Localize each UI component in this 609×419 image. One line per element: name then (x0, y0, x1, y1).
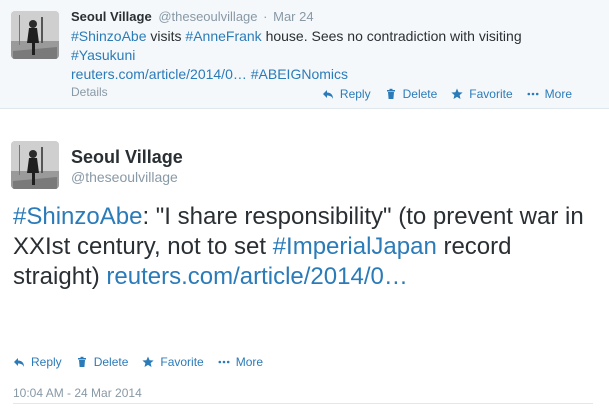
hashtag-link[interactable]: #ABEIGNomics (251, 66, 348, 82)
ellipsis-icon (527, 88, 539, 100)
favorite-label: Favorite (160, 355, 204, 369)
hashtag-link[interactable]: #Yasukuni (71, 47, 135, 63)
more-label: More (544, 87, 572, 101)
tweet-text-segment: visits (146, 28, 186, 44)
reply-button[interactable]: Reply (322, 87, 371, 101)
reply-label: Reply (31, 355, 62, 369)
tweet-header: Seoul Village @theseoulvillage · Mar 24 (71, 9, 314, 24)
author-handle[interactable]: @theseoulvillage (71, 168, 183, 186)
tweet-actions: Reply Delete Favorite More (322, 87, 572, 101)
more-button[interactable]: More (527, 87, 572, 101)
tweet-text: #ShinzoAbe: "I share responsibility" (to… (13, 202, 603, 292)
separator: · (263, 9, 268, 24)
hashtag-link[interactable]: #ShinzoAbe (71, 28, 147, 44)
author-name[interactable]: Seoul Village (71, 146, 183, 168)
url-link[interactable]: reuters.com/article/2014/0… (106, 263, 407, 290)
reply-button[interactable]: Reply (13, 355, 62, 369)
avatar[interactable] (11, 141, 59, 189)
avatar[interactable] (11, 11, 59, 59)
tweet-text-segment: house. Sees no contradiction with visiti… (261, 28, 522, 44)
favorite-button[interactable]: Favorite (451, 87, 513, 101)
author-handle[interactable]: @theseoulvillage (158, 9, 257, 24)
star-icon (142, 356, 154, 368)
divider (13, 403, 593, 404)
more-button[interactable]: More (218, 355, 263, 369)
trash-icon (385, 88, 397, 100)
reply-icon (322, 88, 334, 100)
tweet-actions: Reply Delete Favorite More (13, 355, 263, 369)
trash-icon (76, 356, 88, 368)
details-link[interactable]: Details (71, 85, 108, 99)
hashtag-link[interactable]: #AnneFrank (185, 28, 261, 44)
favorite-label: Favorite (469, 87, 513, 101)
url-link[interactable]: reuters.com/article/2014/0… (71, 66, 247, 82)
tweet-time[interactable]: Mar 24 (273, 9, 313, 24)
favorite-button[interactable]: Favorite (142, 355, 204, 369)
star-icon (451, 88, 463, 100)
delete-label: Delete (402, 87, 438, 101)
author-name[interactable]: Seoul Village (71, 9, 152, 24)
tweet-header: Seoul Village @theseoulvillage (71, 146, 183, 186)
tweet-timestamp[interactable]: 10:04 AM - 24 Mar 2014 (13, 386, 142, 400)
ellipsis-icon (218, 356, 230, 368)
reply-label: Reply (339, 87, 371, 101)
hashtag-link[interactable]: #ImperialJapan (273, 233, 437, 260)
delete-button[interactable]: Delete (76, 355, 129, 369)
tweet-text: #ShinzoAbe visits #AnneFrank house. Sees… (71, 27, 591, 84)
tweet-compact[interactable]: Seoul Village @theseoulvillage · Mar 24 … (0, 0, 609, 109)
delete-button[interactable]: Delete (385, 87, 438, 101)
more-label: More (235, 355, 264, 369)
reply-icon (13, 356, 25, 368)
delete-label: Delete (93, 355, 129, 369)
hashtag-link[interactable]: #ShinzoAbe (13, 203, 142, 230)
